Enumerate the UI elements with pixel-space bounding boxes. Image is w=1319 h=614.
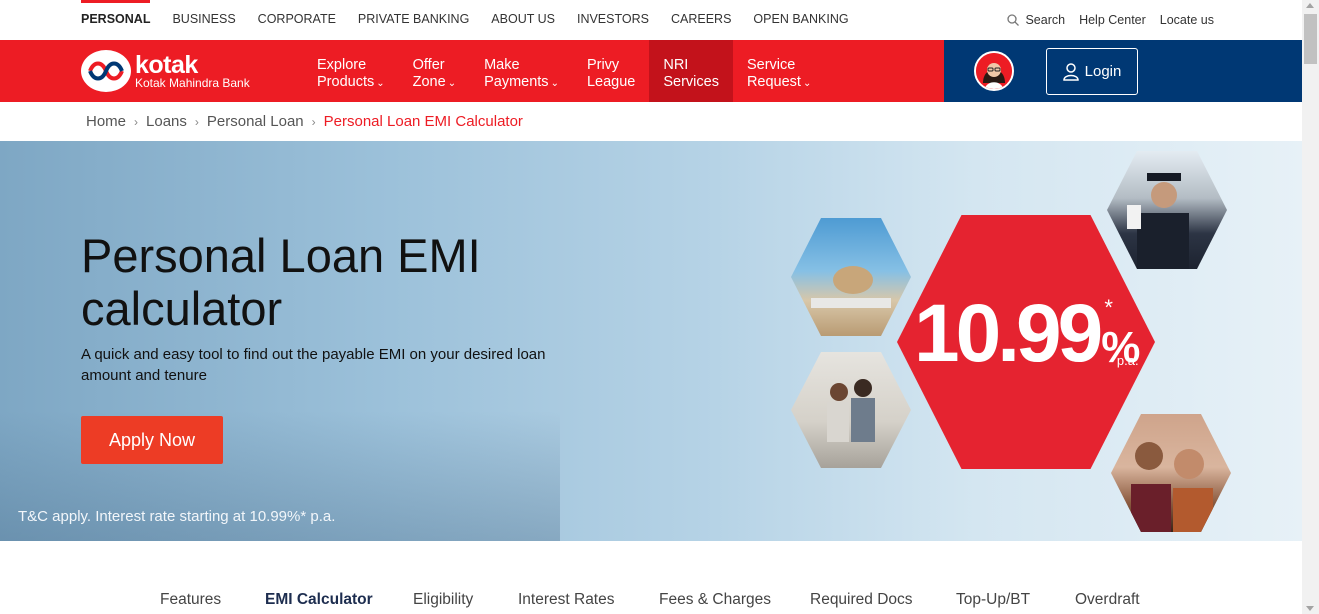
account-bar: Login (944, 40, 1302, 102)
chevron-right-icon: › (134, 114, 139, 129)
search-link[interactable]: Search (1007, 13, 1065, 27)
locate-us-link[interactable]: Locate us (1160, 13, 1214, 27)
segment-nav: PERSONAL BUSINESS CORPORATE PRIVATE BANK… (81, 0, 871, 40)
menu-line: Privy (586, 57, 620, 73)
segment-careers[interactable]: CAREERS (671, 0, 731, 40)
breadcrumb: Home › Loans › Personal Loan › Personal … (86, 113, 523, 130)
primary-menu: Explore Products ⌄ Offer Zone ⌄ Make Payme… (303, 40, 825, 102)
menu-privy-league[interactable]: Privy League (573, 40, 649, 102)
login-label: Login (1084, 63, 1122, 80)
main-nav: kotak Kotak Mahindra Bank Explore Produc… (0, 40, 944, 102)
tab-features[interactable]: Features (160, 591, 221, 609)
menu-service-request[interactable]: Service Request ⌄ (733, 40, 825, 102)
menu-line: Services (663, 74, 719, 90)
chevron-down-icon: ⌄ (550, 78, 559, 89)
scroll-down-icon[interactable] (1306, 606, 1314, 611)
hero-banner: Personal Loan EMI calculator A quick and… (0, 141, 1302, 541)
tab-topup-bt[interactable]: Top-Up/BT (956, 591, 1030, 609)
section-tabs: Features EMI Calculator Eligibility Inte… (0, 541, 1302, 614)
assistant-avatar[interactable] (974, 51, 1014, 91)
tab-overdraft[interactable]: Overdraft (1075, 591, 1140, 609)
segment-open-banking[interactable]: OPEN BANKING (753, 0, 848, 40)
segment-about-us[interactable]: ABOUT US (491, 0, 555, 40)
terms-note: T&C apply. Interest rate starting at 10.… (18, 508, 336, 525)
menu-line: Service (746, 57, 796, 73)
tab-fees-charges[interactable]: Fees & Charges (659, 591, 771, 609)
help-center-link[interactable]: Help Center (1079, 13, 1146, 27)
page-scrollbar[interactable] (1302, 0, 1319, 614)
breadcrumb-personal-loan[interactable]: Personal Loan (207, 113, 304, 130)
chevron-down-icon: ⌄ (376, 78, 385, 89)
kotak-logo[interactable]: kotak Kotak Mahindra Bank (81, 50, 250, 92)
graduate-photo (1107, 151, 1227, 269)
hero-description: A quick and easy tool to find out the pa… (81, 346, 546, 384)
login-button[interactable]: Login (1046, 48, 1138, 95)
rate-pa: p.a. (1116, 353, 1139, 368)
logo-text: kotak Kotak Mahindra Bank (135, 50, 250, 90)
search-icon (1007, 14, 1020, 26)
logo-mark-icon (81, 50, 131, 92)
segment-investors[interactable]: INVESTORS (577, 0, 649, 40)
tab-required-docs[interactable]: Required Docs (810, 591, 913, 609)
tab-eligibility[interactable]: Eligibility (413, 591, 473, 609)
menu-line: Request (746, 74, 801, 90)
segment-personal[interactable]: PERSONAL (81, 0, 151, 40)
breadcrumb-loans[interactable]: Loans (146, 113, 187, 130)
apply-now-button[interactable]: Apply Now (81, 416, 223, 464)
segment-private-banking[interactable]: PRIVATE BANKING (358, 0, 469, 40)
interest-rate-text: 10.99 % * p.a. (914, 288, 1140, 379)
segment-corporate[interactable]: CORPORATE (258, 0, 336, 40)
logo-subtitle: Kotak Mahindra Bank (135, 75, 250, 90)
segment-business[interactable]: BUSINESS (172, 0, 235, 40)
menu-nri-services[interactable]: NRI Services (649, 40, 733, 102)
utility-links: Search Help Center Locate us (993, 13, 1214, 27)
avatar-icon (976, 53, 1012, 89)
chevron-down-icon: ⌄ (802, 78, 812, 89)
menu-line: Products (317, 74, 375, 90)
menu-line: Offer (412, 57, 445, 73)
celebration-photo (1111, 414, 1231, 532)
menu-explore-products[interactable]: Explore Products ⌄ (303, 40, 399, 102)
rate-number: 10.99 (914, 288, 1103, 379)
breadcrumb-current: Personal Loan EMI Calculator (323, 113, 523, 130)
tab-emi-calculator[interactable]: EMI Calculator (265, 591, 373, 609)
menu-line: NRI (663, 57, 689, 73)
chevron-right-icon: › (311, 114, 316, 129)
menu-make-payments[interactable]: Make Payments ⌄ (470, 40, 573, 102)
menu-line: Zone (412, 74, 446, 90)
couple-photo (791, 352, 911, 468)
chevron-right-icon: › (194, 114, 199, 129)
menu-offer-zone[interactable]: Offer Zone ⌄ (399, 40, 470, 102)
tab-interest-rates[interactable]: Interest Rates (518, 591, 615, 609)
search-label: Search (1025, 13, 1066, 27)
menu-line: Make (484, 57, 520, 73)
beach-photo (791, 218, 911, 336)
logo-brand: kotak (135, 50, 198, 79)
menu-line: Explore (317, 57, 367, 73)
breadcrumb-home[interactable]: Home (86, 113, 126, 130)
chevron-down-icon: ⌄ (447, 78, 457, 89)
top-utility-bar: PERSONAL BUSINESS CORPORATE PRIVATE BANK… (0, 0, 1302, 40)
rate-asterisk: * (1104, 295, 1113, 320)
menu-line: Payments (484, 74, 549, 90)
user-icon (1062, 62, 1079, 81)
page-title: Personal Loan EMI calculator (81, 229, 481, 335)
scroll-thumb[interactable] (1304, 14, 1317, 64)
menu-line: League (586, 74, 636, 90)
scroll-up-icon[interactable] (1306, 3, 1314, 8)
